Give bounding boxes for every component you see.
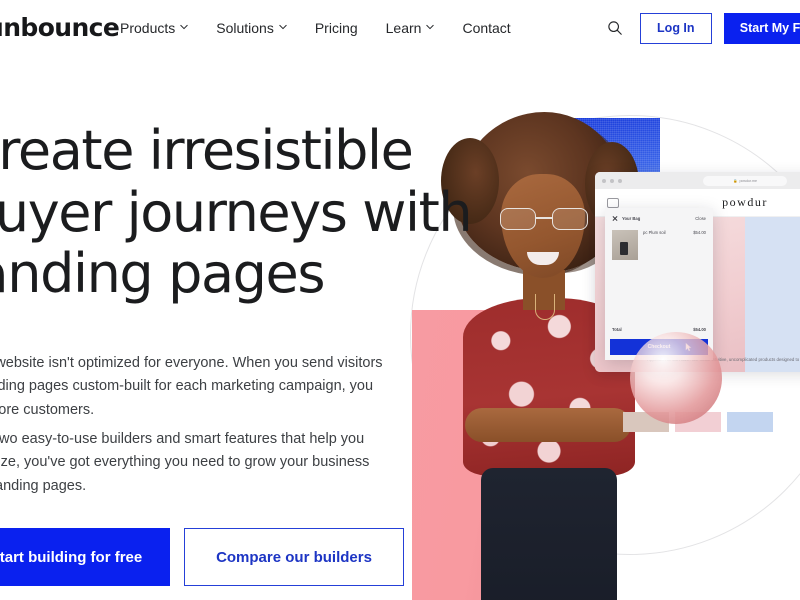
nav-label: Contact — [462, 20, 511, 36]
hero-illustration: 🔒 powdur.me powdur powdur Skin care Appr… — [395, 60, 800, 600]
site-header: unbounce Products Solutions Pricing Lear… — [0, 0, 800, 56]
cart-header: Your Bag Close — [605, 208, 713, 226]
chevron-down-icon — [279, 23, 287, 31]
search-icon[interactable] — [602, 15, 628, 41]
compare-our-builders-button[interactable]: Compare our builders — [184, 528, 404, 586]
url-text: powdur.me — [739, 178, 758, 183]
necklace — [535, 294, 555, 320]
primary-navigation: Products Solutions Pricing Learn Contact — [120, 0, 511, 56]
nav-label: Solutions — [216, 20, 274, 36]
window-dot — [618, 178, 622, 183]
landing-page: unbounce Products Solutions Pricing Lear… — [0, 0, 800, 600]
chevron-down-icon — [426, 23, 435, 31]
cart-line-item: pc Plum soil $54.00 — [605, 226, 713, 264]
hero-content: Create irresistible buyer journeys with … — [0, 119, 473, 586]
nav-item-solutions[interactable]: Solutions — [216, 20, 287, 36]
hero-paragraph-2: With two easy-to-use builders and smart … — [0, 431, 370, 494]
header-actions: Log In Start My Free — [602, 0, 800, 56]
cart-total-value: $54.00 — [693, 327, 706, 332]
lens-right — [552, 208, 588, 230]
cart-total-label: Total — [612, 327, 622, 332]
color-swatch — [727, 412, 773, 432]
cart-spacer — [605, 264, 713, 323]
menu-icon — [607, 198, 619, 208]
title-line-2: buyer journeys with — [0, 180, 473, 244]
hero-cta-group: Start building for free Compare our buil… — [0, 528, 404, 586]
nav-item-pricing[interactable]: Pricing — [315, 20, 358, 36]
unbounce-logo[interactable]: unbounce — [0, 13, 120, 42]
title-line-3: landing pages — [0, 242, 325, 306]
cart-close-link[interactable]: Close — [695, 216, 706, 221]
url-bar[interactable]: 🔒 powdur.me — [703, 175, 787, 186]
cart-title: Your Bag — [622, 215, 641, 221]
nav-item-learn[interactable]: Learn — [386, 20, 435, 36]
chevron-down-icon — [180, 23, 188, 31]
start-building-for-free-button[interactable]: Start building for free — [0, 528, 170, 586]
log-in-button[interactable]: Log In — [639, 12, 712, 44]
crossed-arms — [465, 408, 631, 442]
dark-trousers — [481, 468, 617, 600]
glasses-icon — [498, 208, 590, 230]
page-title: Create irresistible buyer journeys with … — [0, 119, 473, 306]
nav-label: Pricing — [314, 20, 358, 36]
cart-item-thumbnail — [612, 230, 638, 260]
cart-item-name: pc Plum soil — [643, 230, 666, 235]
nav-label: Learn — [385, 20, 422, 36]
pink-sphere-graphic — [630, 332, 722, 424]
window-dot — [602, 178, 606, 183]
browser-toolbar: 🔒 powdur.me — [595, 172, 800, 189]
nav-item-contact[interactable]: Contact — [462, 20, 510, 36]
nav-item-products[interactable]: Products — [120, 20, 188, 36]
start-free-trial-button[interactable]: Start My Free — [723, 12, 800, 44]
glasses-bridge — [536, 217, 552, 219]
hero-paragraph-1: Your website isn't optimized for everyon… — [0, 355, 383, 418]
lens-left — [500, 208, 536, 230]
cart-item-price: $54.00 — [693, 230, 706, 235]
title-line-1: Create irresistible — [0, 119, 414, 182]
window-dot — [610, 178, 614, 183]
lock-icon: 🔒 — [732, 178, 738, 183]
close-icon[interactable] — [612, 215, 618, 221]
nav-label: Products — [120, 20, 176, 36]
mockup-brand-name: powdur — [722, 195, 768, 209]
